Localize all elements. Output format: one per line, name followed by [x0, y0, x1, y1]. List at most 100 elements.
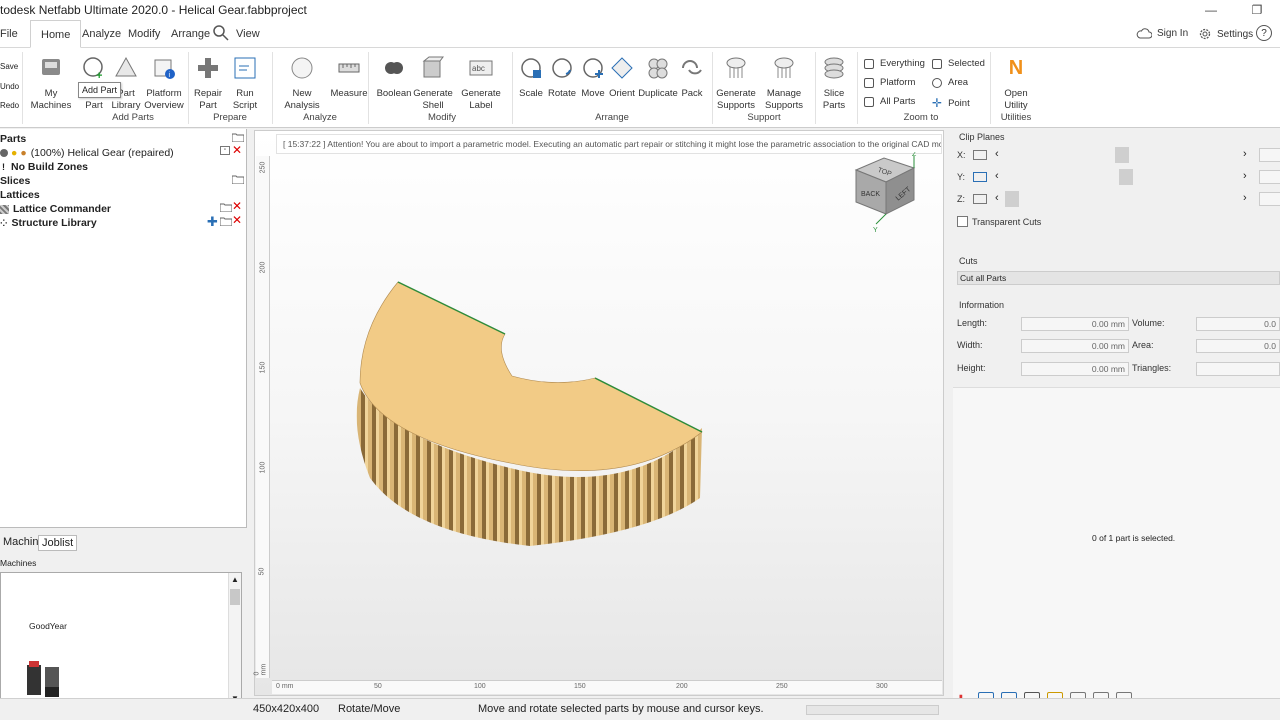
clip-z-left-arrow[interactable]: ‹	[995, 192, 999, 204]
zoom-all-parts-label: All Parts	[880, 96, 916, 107]
search-icon[interactable]	[212, 24, 230, 44]
label-icon: abc	[469, 56, 493, 80]
tree-structure-library[interactable]: ⁘ Structure Library	[0, 216, 97, 230]
selection-status: 0 of 1 part is selected.	[1092, 533, 1176, 543]
zoom-all-parts[interactable]: All Parts	[864, 96, 915, 107]
tree-lattice-commander[interactable]: Lattice Commander	[0, 202, 111, 216]
clip-x-right-arrow[interactable]: ›	[1243, 148, 1247, 160]
helical-gear-model[interactable]	[350, 278, 710, 554]
part-menu-icon[interactable]: ▫	[220, 146, 230, 155]
group-arrange: Arrange	[595, 112, 629, 123]
clip-x-value[interactable]: 0	[1259, 148, 1280, 162]
zoom-platform[interactable]: Platform	[864, 77, 915, 88]
scroll-thumb[interactable]	[230, 589, 240, 605]
help-icon[interactable]: ?	[1256, 25, 1272, 41]
manage-supports-button[interactable]: Manage Supports	[760, 56, 808, 112]
my-machines-button[interactable]: My Machines	[27, 56, 75, 112]
sign-in-button[interactable]: Sign In	[1136, 27, 1188, 39]
add-part-tooltip: Add Part	[78, 82, 122, 98]
zoom-area-label: Area	[948, 77, 969, 88]
tree-slices[interactable]: Slices	[0, 174, 30, 188]
tree-lattices[interactable]: Lattices	[0, 188, 40, 202]
zoom-selected[interactable]: Selected	[932, 58, 985, 69]
tree-parts-header[interactable]: Parts	[0, 132, 26, 146]
clip-z-right-arrow[interactable]: ›	[1243, 192, 1247, 204]
machine-name[interactable]: GoodYear	[29, 621, 67, 631]
tree-no-build-zones[interactable]: ! No Build Zones	[2, 160, 88, 174]
view-cube[interactable]: TOP BACK LEFT Z Y	[852, 151, 922, 234]
undo-button[interactable]: Undo	[0, 77, 19, 97]
clip-z-toggle[interactable]	[973, 194, 987, 204]
clip-y-left-arrow[interactable]: ‹	[995, 170, 999, 182]
printer-icon[interactable]	[23, 657, 81, 704]
generate-shell-button[interactable]: Generate Shell	[409, 56, 457, 112]
platform-overview-button[interactable]: i Platform Overview	[140, 56, 188, 112]
group-add-parts: Add Parts	[112, 112, 154, 123]
clip-x-row: X: ‹ › 0	[953, 147, 1280, 163]
scroll-up-icon[interactable]: ▲	[231, 575, 239, 584]
lattice-folder-icon[interactable]	[219, 202, 233, 215]
run-script-button[interactable]: Run Script	[221, 56, 269, 112]
machine-list-scrollbar[interactable]: ▲ ▼	[228, 573, 241, 705]
ruler-h-tick: 100	[474, 683, 486, 690]
clip-y-toggle[interactable]	[973, 172, 987, 182]
tab-file[interactable]: File	[0, 20, 18, 48]
settings-button[interactable]: Settings	[1198, 27, 1253, 41]
cuts-select[interactable]: Cut all Parts	[957, 271, 1280, 285]
tab-arrange[interactable]: Arrange	[171, 20, 210, 48]
information-title: Information	[959, 300, 1005, 310]
horizontal-ruler: 0 mm 50 100 150 200 250 300	[272, 680, 942, 694]
width-label: Width:	[957, 340, 983, 350]
clip-x-slider[interactable]	[1115, 147, 1129, 163]
structure-folder-icon[interactable]	[219, 216, 233, 229]
group-prepare: Prepare	[213, 112, 247, 123]
clip-x-left-arrow[interactable]: ‹	[995, 148, 999, 160]
warning-icon: !	[2, 162, 5, 172]
measure-label: Measure	[330, 88, 368, 99]
remove-structure-icon[interactable]: ✕	[232, 213, 242, 227]
clip-y-value[interactable]: 5	[1259, 170, 1280, 184]
measure-button[interactable]: Measure	[325, 56, 373, 100]
zoom-everything[interactable]: Everything	[864, 58, 925, 69]
redo-button[interactable]: Redo	[0, 96, 19, 116]
zoom-area[interactable]: Area	[932, 77, 968, 88]
tab-analyze[interactable]: Analyze	[82, 20, 121, 48]
slices-folder-icon[interactable]	[231, 174, 245, 187]
tab-modify[interactable]: Modify	[128, 20, 160, 48]
machine-list[interactable]: GoodYear ▲ ▼	[0, 572, 242, 706]
clip-y-right-arrow[interactable]: ›	[1243, 170, 1247, 182]
minimize-button[interactable]: —	[1188, 0, 1234, 20]
maximize-button[interactable]: ❐	[1234, 0, 1280, 20]
clip-z-value[interactable]: 0	[1259, 192, 1280, 206]
tab-joblist[interactable]: Joblist	[38, 535, 78, 551]
clip-y-slider[interactable]	[1119, 169, 1133, 185]
ruler-h-tick: 250	[776, 683, 788, 690]
tab-home[interactable]: Home	[30, 20, 82, 48]
clip-z-slider[interactable]	[1005, 191, 1019, 207]
transparent-cuts-checkbox[interactable]	[957, 216, 968, 227]
pack-button[interactable]: Pack	[668, 56, 716, 100]
group-utilities: Utilities	[1000, 112, 1032, 123]
slice-parts-button[interactable]: Slice Parts	[810, 56, 858, 112]
open-utility-button[interactable]: N Open Utility	[992, 56, 1040, 112]
add-structure-icon[interactable]: ✚	[207, 214, 218, 230]
ruler-v-tick: 250	[259, 161, 267, 174]
properties-panel: Clip Planes X: ‹ › 0 Y: ‹ › 5 Z: ‹ › 0 T…	[953, 129, 1280, 709]
zoom-point-label: Point	[948, 97, 970, 109]
generate-label-button[interactable]: abc Generate Label	[457, 56, 505, 112]
new-analysis-button[interactable]: New Analysis	[278, 56, 326, 112]
window-title: todesk Netfabb Ultimate 2020.0 - Helical…	[0, 3, 307, 17]
generate-supports-button[interactable]: Generate Supports	[712, 56, 760, 112]
menu-bar: File Home Analyze Modify Arrange View Si…	[0, 20, 1280, 48]
script-icon	[233, 56, 257, 80]
progress-bar	[806, 705, 939, 715]
zoom-point[interactable]: ✛ Point	[932, 96, 970, 110]
slice-icon	[822, 56, 846, 80]
save-button[interactable]: Save	[0, 57, 19, 77]
analysis-icon	[290, 56, 314, 80]
clip-x-toggle[interactable]	[973, 150, 987, 160]
remove-part-icon[interactable]: ✕	[232, 143, 242, 157]
tab-view[interactable]: View	[236, 20, 260, 48]
tree-part-helical-gear[interactable]: ● ● (100%) Helical Gear (repaired)	[0, 146, 174, 160]
remove-lattice-icon[interactable]: ✕	[232, 199, 242, 213]
